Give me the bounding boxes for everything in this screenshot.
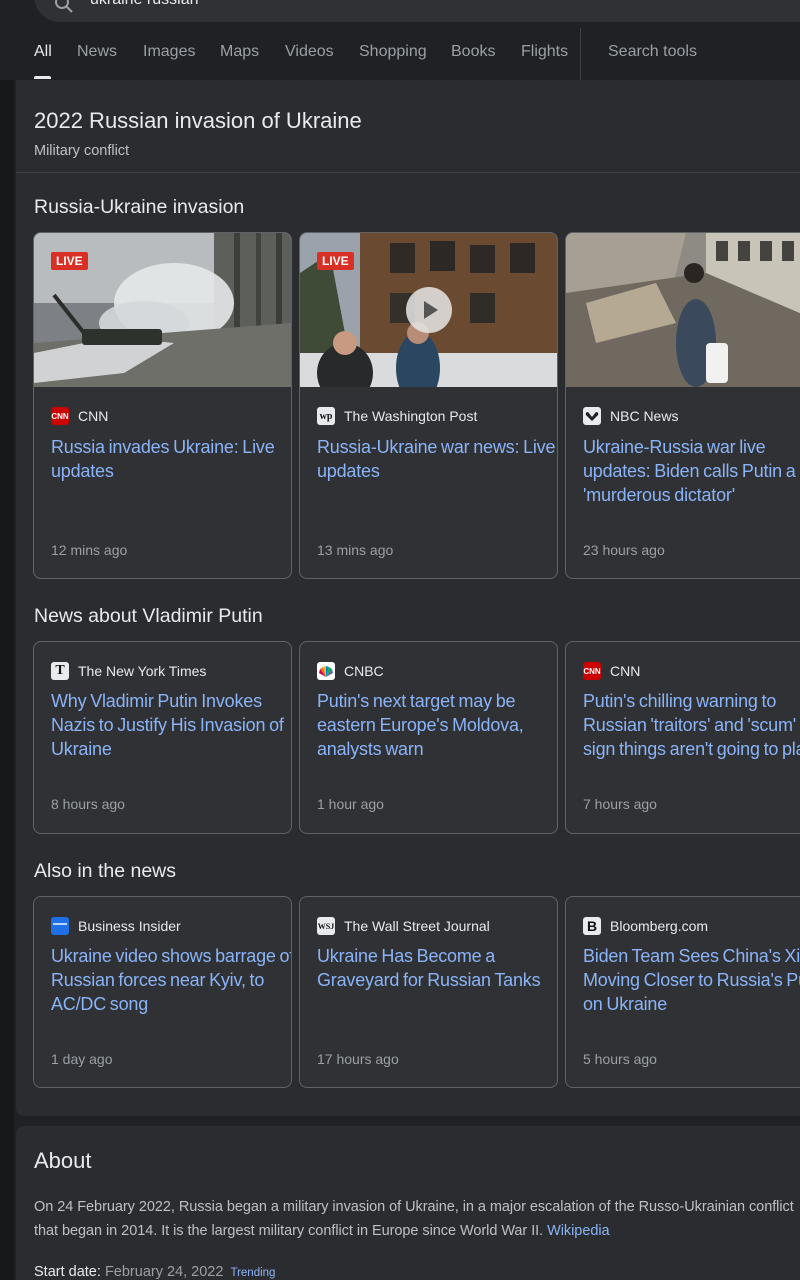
news-headline[interactable]: Biden Team Sees China's Xi Moving Closer… xyxy=(583,944,800,1016)
news-card[interactable]: B Bloomberg.com Biden Team Sees China's … xyxy=(565,896,800,1088)
source-name: The Wall Street Journal xyxy=(344,918,490,934)
news-card[interactable]: CNBC Putin's next target may be eastern … xyxy=(299,641,558,834)
news-card[interactable]: T The New York Times Why Vladimir Putin … xyxy=(33,641,292,834)
news-headline[interactable]: Putin's next target may be eastern Europ… xyxy=(317,689,557,761)
divider xyxy=(16,172,800,173)
business-insider-logo-icon xyxy=(51,917,69,935)
kp-title[interactable]: 2022 Russian invasion of Ukraine xyxy=(34,108,362,134)
news-headline[interactable]: Russia-Ukraine war news: Live updates xyxy=(317,435,557,483)
news-time: 13 mins ago xyxy=(317,542,394,558)
news-thumbnail[interactable]: LIVE xyxy=(300,233,557,387)
news-headline[interactable]: Ukraine Has Become a Graveyard for Russi… xyxy=(317,944,557,992)
left-rail xyxy=(0,80,14,1280)
search-tabs: All News Images Maps Videos Shopping Boo… xyxy=(0,28,800,80)
source-row: Business Insider xyxy=(51,917,181,935)
fact-start-date: Start date: February 24, 2022 Trending xyxy=(34,1264,275,1280)
tab-maps[interactable]: Maps xyxy=(220,43,259,61)
wapo-logo-icon: wp xyxy=(317,407,335,425)
source-row: CNBC xyxy=(317,662,384,680)
news-time: 12 mins ago xyxy=(51,542,128,558)
tab-shopping[interactable]: Shopping xyxy=(359,43,427,61)
nyt-logo-icon: T xyxy=(51,662,69,680)
source-row: B Bloomberg.com xyxy=(583,917,708,935)
source-row: wp The Washington Post xyxy=(317,407,477,425)
news-card[interactable]: WSJ The Wall Street Journal Ukraine Has … xyxy=(299,896,558,1088)
live-badge: LIVE xyxy=(51,252,88,270)
section-title-putin: News about Vladimir Putin xyxy=(34,605,263,627)
news-headline[interactable]: Ukraine video shows barrage of Russian f… xyxy=(51,944,291,1016)
news-time: 17 hours ago xyxy=(317,1051,399,1067)
news-card[interactable]: NBC News Ukraine-Russia war live updates… xyxy=(565,232,800,579)
tab-news[interactable]: News xyxy=(77,43,117,61)
source-row: NBC News xyxy=(583,407,678,425)
news-time: 8 hours ago xyxy=(51,796,125,812)
section-title-also: Also in the news xyxy=(34,860,176,882)
wsj-logo-icon: WSJ xyxy=(317,917,335,935)
source-name: The New York Times xyxy=(78,663,207,679)
source-name: The Washington Post xyxy=(344,408,478,424)
nbc-logo-icon xyxy=(583,407,601,425)
play-icon xyxy=(424,301,438,319)
source-name: CNN xyxy=(610,663,641,679)
search-input[interactable]: ukraine russian xyxy=(90,0,199,8)
about-title: About xyxy=(34,1148,92,1173)
bloomberg-logo-icon: B xyxy=(583,917,601,935)
source-row: CNN CNN xyxy=(51,407,108,425)
tab-images[interactable]: Images xyxy=(143,43,195,61)
kp-subtitle: Military conflict xyxy=(34,143,130,159)
section-title-invasion: Russia-Ukraine invasion xyxy=(34,196,245,218)
search-icon[interactable] xyxy=(52,0,76,16)
tab-videos[interactable]: Videos xyxy=(285,43,334,61)
news-headline[interactable]: Putin's chilling warning to Russian 'tra… xyxy=(583,689,800,761)
news-time: 1 hour ago xyxy=(317,796,384,812)
tab-divider xyxy=(580,28,581,80)
news-time: 1 day ago xyxy=(51,1051,113,1067)
active-tab-indicator xyxy=(34,76,51,79)
news-time: 7 hours ago xyxy=(583,796,657,812)
news-card[interactable]: LIVE CNN CNN Russia invades Ukraine: Liv… xyxy=(33,232,292,579)
tab-search-tools[interactable]: Search tools xyxy=(608,43,697,61)
about-text: On 24 February 2022, Russia began a mili… xyxy=(34,1195,800,1243)
source-name: CNN xyxy=(78,408,109,424)
about-description: On 24 February 2022, Russia began a mili… xyxy=(34,1199,794,1239)
fact-value[interactable]: February 24, 2022 xyxy=(105,1264,224,1280)
news-card[interactable]: CNN CNN Putin's chilling warning to Russ… xyxy=(565,641,800,834)
wikipedia-link[interactable]: Wikipedia xyxy=(547,1223,609,1239)
news-card[interactable]: Business Insider Ukraine video shows bar… xyxy=(33,896,292,1088)
live-badge: LIVE xyxy=(317,252,354,270)
news-headline[interactable]: Russia invades Ukraine: Live updates xyxy=(51,435,291,483)
cnn-logo-icon: CNN xyxy=(51,407,69,425)
source-name: Bloomberg.com xyxy=(610,918,709,934)
news-time: 23 hours ago xyxy=(583,542,665,558)
cnn-logo-icon: CNN xyxy=(583,662,601,680)
cnbc-logo-icon xyxy=(317,662,335,680)
news-time: 5 hours ago xyxy=(583,1051,657,1067)
trending-tag[interactable]: Trending xyxy=(230,1267,275,1279)
news-thumbnail[interactable]: LIVE xyxy=(34,233,291,387)
news-headline[interactable]: Why Vladimir Putin Invokes Nazis to Just… xyxy=(51,689,291,761)
play-button[interactable] xyxy=(406,287,452,333)
source-row: WSJ The Wall Street Journal xyxy=(317,917,490,935)
fact-label: Start date: xyxy=(34,1264,101,1280)
tab-all[interactable]: All xyxy=(34,43,52,61)
search-bar[interactable]: ukraine russian xyxy=(34,0,800,22)
news-thumbnail[interactable] xyxy=(566,233,800,387)
source-row: T The New York Times xyxy=(51,662,206,680)
tab-books[interactable]: Books xyxy=(451,43,495,61)
source-row: CNN CNN xyxy=(583,662,640,680)
tab-flights[interactable]: Flights xyxy=(521,43,568,61)
source-name: NBC News xyxy=(610,408,679,424)
news-card[interactable]: LIVE wp The Washington Post Russia-Ukrai… xyxy=(299,232,558,579)
source-name: CNBC xyxy=(344,663,384,679)
news-headline[interactable]: Ukraine-Russia war live updates: Biden c… xyxy=(583,435,800,507)
source-name: Business Insider xyxy=(78,918,181,934)
